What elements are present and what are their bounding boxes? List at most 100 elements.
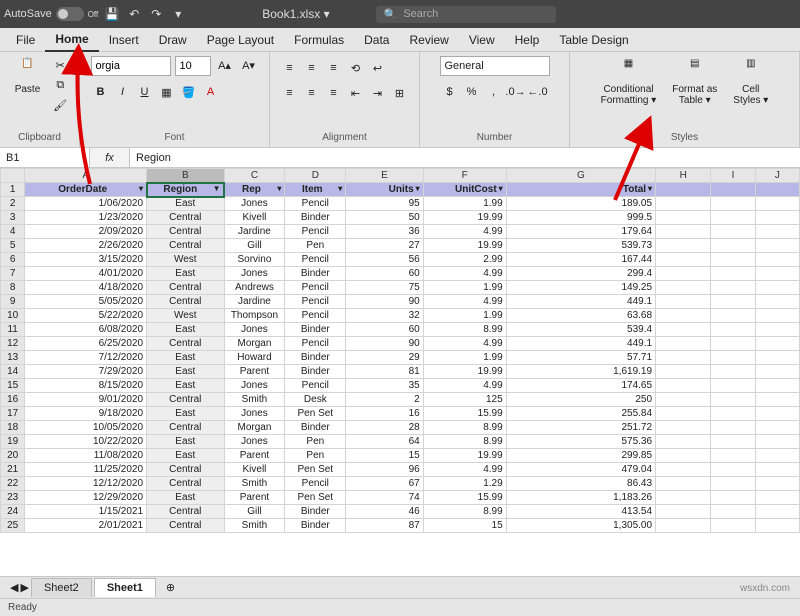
autosave-toggle[interactable]: AutoSave Off [4, 7, 98, 21]
table-row[interactable]: 241/15/2021CentralGillBinder468.99413.54 [1, 505, 800, 519]
row-header-21[interactable]: 21 [1, 463, 25, 477]
align-center-icon[interactable]: ≡ [302, 84, 322, 102]
sheet-nav-next-icon[interactable]: ▶ [20, 581, 28, 594]
increase-font-icon[interactable]: A▴ [215, 56, 235, 74]
column-header-F[interactable]: F [423, 169, 506, 183]
table-header-orderdate[interactable]: OrderDate▾ [25, 183, 147, 197]
font-size-select[interactable] [175, 56, 211, 76]
table-row[interactable]: 2111/25/2020CentralKivellPen Set964.9947… [1, 463, 800, 477]
table-row[interactable]: 116/08/2020EastJonesBinder608.99539.4 [1, 323, 800, 337]
spreadsheet-grid[interactable]: ABCDEFGHIJ 1OrderDate▾Region▼Rep▾Item▾Un… [0, 168, 800, 568]
table-header-units[interactable]: Units▾ [346, 183, 423, 197]
tab-formulas[interactable]: Formulas [284, 29, 354, 51]
row-header-7[interactable]: 7 [1, 267, 25, 281]
row-header-12[interactable]: 12 [1, 337, 25, 351]
row-header-17[interactable]: 17 [1, 407, 25, 421]
currency-icon[interactable]: $ [440, 83, 460, 101]
row-header-2[interactable]: 2 [1, 197, 25, 211]
column-header-B[interactable]: B [147, 169, 224, 183]
row-header-18[interactable]: 18 [1, 421, 25, 435]
wrap-text-icon[interactable]: ↩ [368, 59, 388, 77]
table-header-total[interactable]: Total▾ [506, 183, 655, 197]
tab-view[interactable]: View [459, 29, 505, 51]
column-header-J[interactable]: J [755, 169, 799, 183]
column-header-A[interactable]: A [25, 169, 147, 183]
copy-icon[interactable]: ⧉ [50, 76, 70, 94]
row-header-6[interactable]: 6 [1, 253, 25, 267]
formula-input[interactable]: Region [130, 148, 800, 167]
column-header-E[interactable]: E [346, 169, 423, 183]
table-row[interactable]: 2011/08/2020EastParentPen1519.99299.85 [1, 449, 800, 463]
row-header-5[interactable]: 5 [1, 239, 25, 253]
table-header-unitcost[interactable]: UnitCost▾ [423, 183, 506, 197]
table-row[interactable]: 42/09/2020CentralJardinePencil364.99179.… [1, 225, 800, 239]
table-row[interactable]: 74/01/2020EastJonesBinder604.99299.4 [1, 267, 800, 281]
table-header-rep[interactable]: Rep▾ [224, 183, 285, 197]
increase-decimal-icon[interactable]: .0→ [506, 83, 526, 101]
row-header-23[interactable]: 23 [1, 491, 25, 505]
column-header-H[interactable]: H [656, 169, 711, 183]
indent-decrease-icon[interactable]: ⇤ [346, 84, 366, 102]
tab-data[interactable]: Data [354, 29, 399, 51]
cell-styles-button[interactable]: ▥ Cell Styles ▾ [727, 56, 774, 108]
row-header-19[interactable]: 19 [1, 435, 25, 449]
table-header-item[interactable]: Item▾ [285, 183, 346, 197]
tab-page-layout[interactable]: Page Layout [197, 29, 284, 51]
number-format-select[interactable]: General [440, 56, 550, 76]
orientation-icon[interactable]: ⟲ [346, 59, 366, 77]
name-box[interactable]: B1 [0, 148, 90, 167]
table-row[interactable]: 31/23/2020CentralKivellBinder5019.99999.… [1, 211, 800, 225]
row-header-1[interactable]: 1 [1, 183, 25, 197]
italic-button[interactable]: I [113, 83, 133, 101]
qat-dropdown-icon[interactable]: ▾ [170, 6, 186, 22]
row-header-8[interactable]: 8 [1, 281, 25, 295]
fx-label[interactable]: fx [90, 148, 130, 167]
row-header-4[interactable]: 4 [1, 225, 25, 239]
row-header-25[interactable]: 25 [1, 519, 25, 533]
indent-increase-icon[interactable]: ⇥ [368, 84, 388, 102]
align-bottom-icon[interactable]: ≡ [324, 59, 344, 77]
save-icon[interactable]: 💾 [104, 6, 120, 22]
tab-draw[interactable]: Draw [149, 29, 197, 51]
format-painter-icon[interactable]: 🖌 [50, 96, 70, 114]
decrease-font-icon[interactable]: A▾ [239, 56, 259, 74]
format-as-table-button[interactable]: ▤ Format as Table ▾ [666, 56, 723, 108]
column-header-D[interactable]: D [285, 169, 346, 183]
column-header-I[interactable]: I [711, 169, 755, 183]
row-header-14[interactable]: 14 [1, 365, 25, 379]
row-header-11[interactable]: 11 [1, 323, 25, 337]
tab-insert[interactable]: Insert [99, 29, 149, 51]
row-header-16[interactable]: 16 [1, 393, 25, 407]
merge-cells-icon[interactable]: ⊞ [390, 84, 410, 102]
font-color-button[interactable]: A [201, 83, 221, 101]
redo-icon[interactable]: ↷ [148, 6, 164, 22]
percent-icon[interactable]: % [462, 83, 482, 101]
table-row[interactable]: 147/29/2020EastParentBinder8119.991,619.… [1, 365, 800, 379]
table-row[interactable]: 52/26/2020CentralGillPen2719.99539.73 [1, 239, 800, 253]
table-row[interactable]: 158/15/2020EastJonesPencil354.99174.65 [1, 379, 800, 393]
comma-icon[interactable]: , [484, 83, 504, 101]
undo-icon[interactable]: ↶ [126, 6, 142, 22]
tab-home[interactable]: Home [45, 28, 98, 52]
table-row[interactable]: 179/18/2020EastJonesPen Set1615.99255.84 [1, 407, 800, 421]
sheet-tab-sheet1[interactable]: Sheet1 [94, 578, 156, 597]
border-button[interactable]: ▦ [157, 83, 177, 101]
sheet-nav-prev-icon[interactable]: ◀ [10, 581, 18, 594]
table-row[interactable]: 63/15/2020WestSorvinoPencil562.99167.44 [1, 253, 800, 267]
table-row[interactable]: 2312/29/2020EastParentPen Set7415.991,18… [1, 491, 800, 505]
filename[interactable]: Book1.xlsx ▾ [262, 7, 329, 21]
table-row[interactable]: 1810/05/2020CentralMorganBinder288.99251… [1, 421, 800, 435]
fill-color-button[interactable]: 🪣 [179, 83, 199, 101]
tab-review[interactable]: Review [399, 29, 458, 51]
conditional-formatting-button[interactable]: ▦ Conditional Formatting ▾ [595, 56, 663, 108]
search-input[interactable]: 🔍 Search [376, 6, 556, 23]
new-sheet-button[interactable]: ⊕ [158, 578, 183, 597]
row-header-10[interactable]: 10 [1, 309, 25, 323]
align-right-icon[interactable]: ≡ [324, 84, 344, 102]
paste-button[interactable]: 📋 Paste [9, 56, 47, 97]
row-header-15[interactable]: 15 [1, 379, 25, 393]
column-header-G[interactable]: G [506, 169, 655, 183]
table-row[interactable]: 169/01/2020CentralSmithDesk2125250 [1, 393, 800, 407]
decrease-decimal-icon[interactable]: ←.0 [528, 83, 548, 101]
table-row[interactable]: 95/05/2020CentralJardinePencil904.99449.… [1, 295, 800, 309]
